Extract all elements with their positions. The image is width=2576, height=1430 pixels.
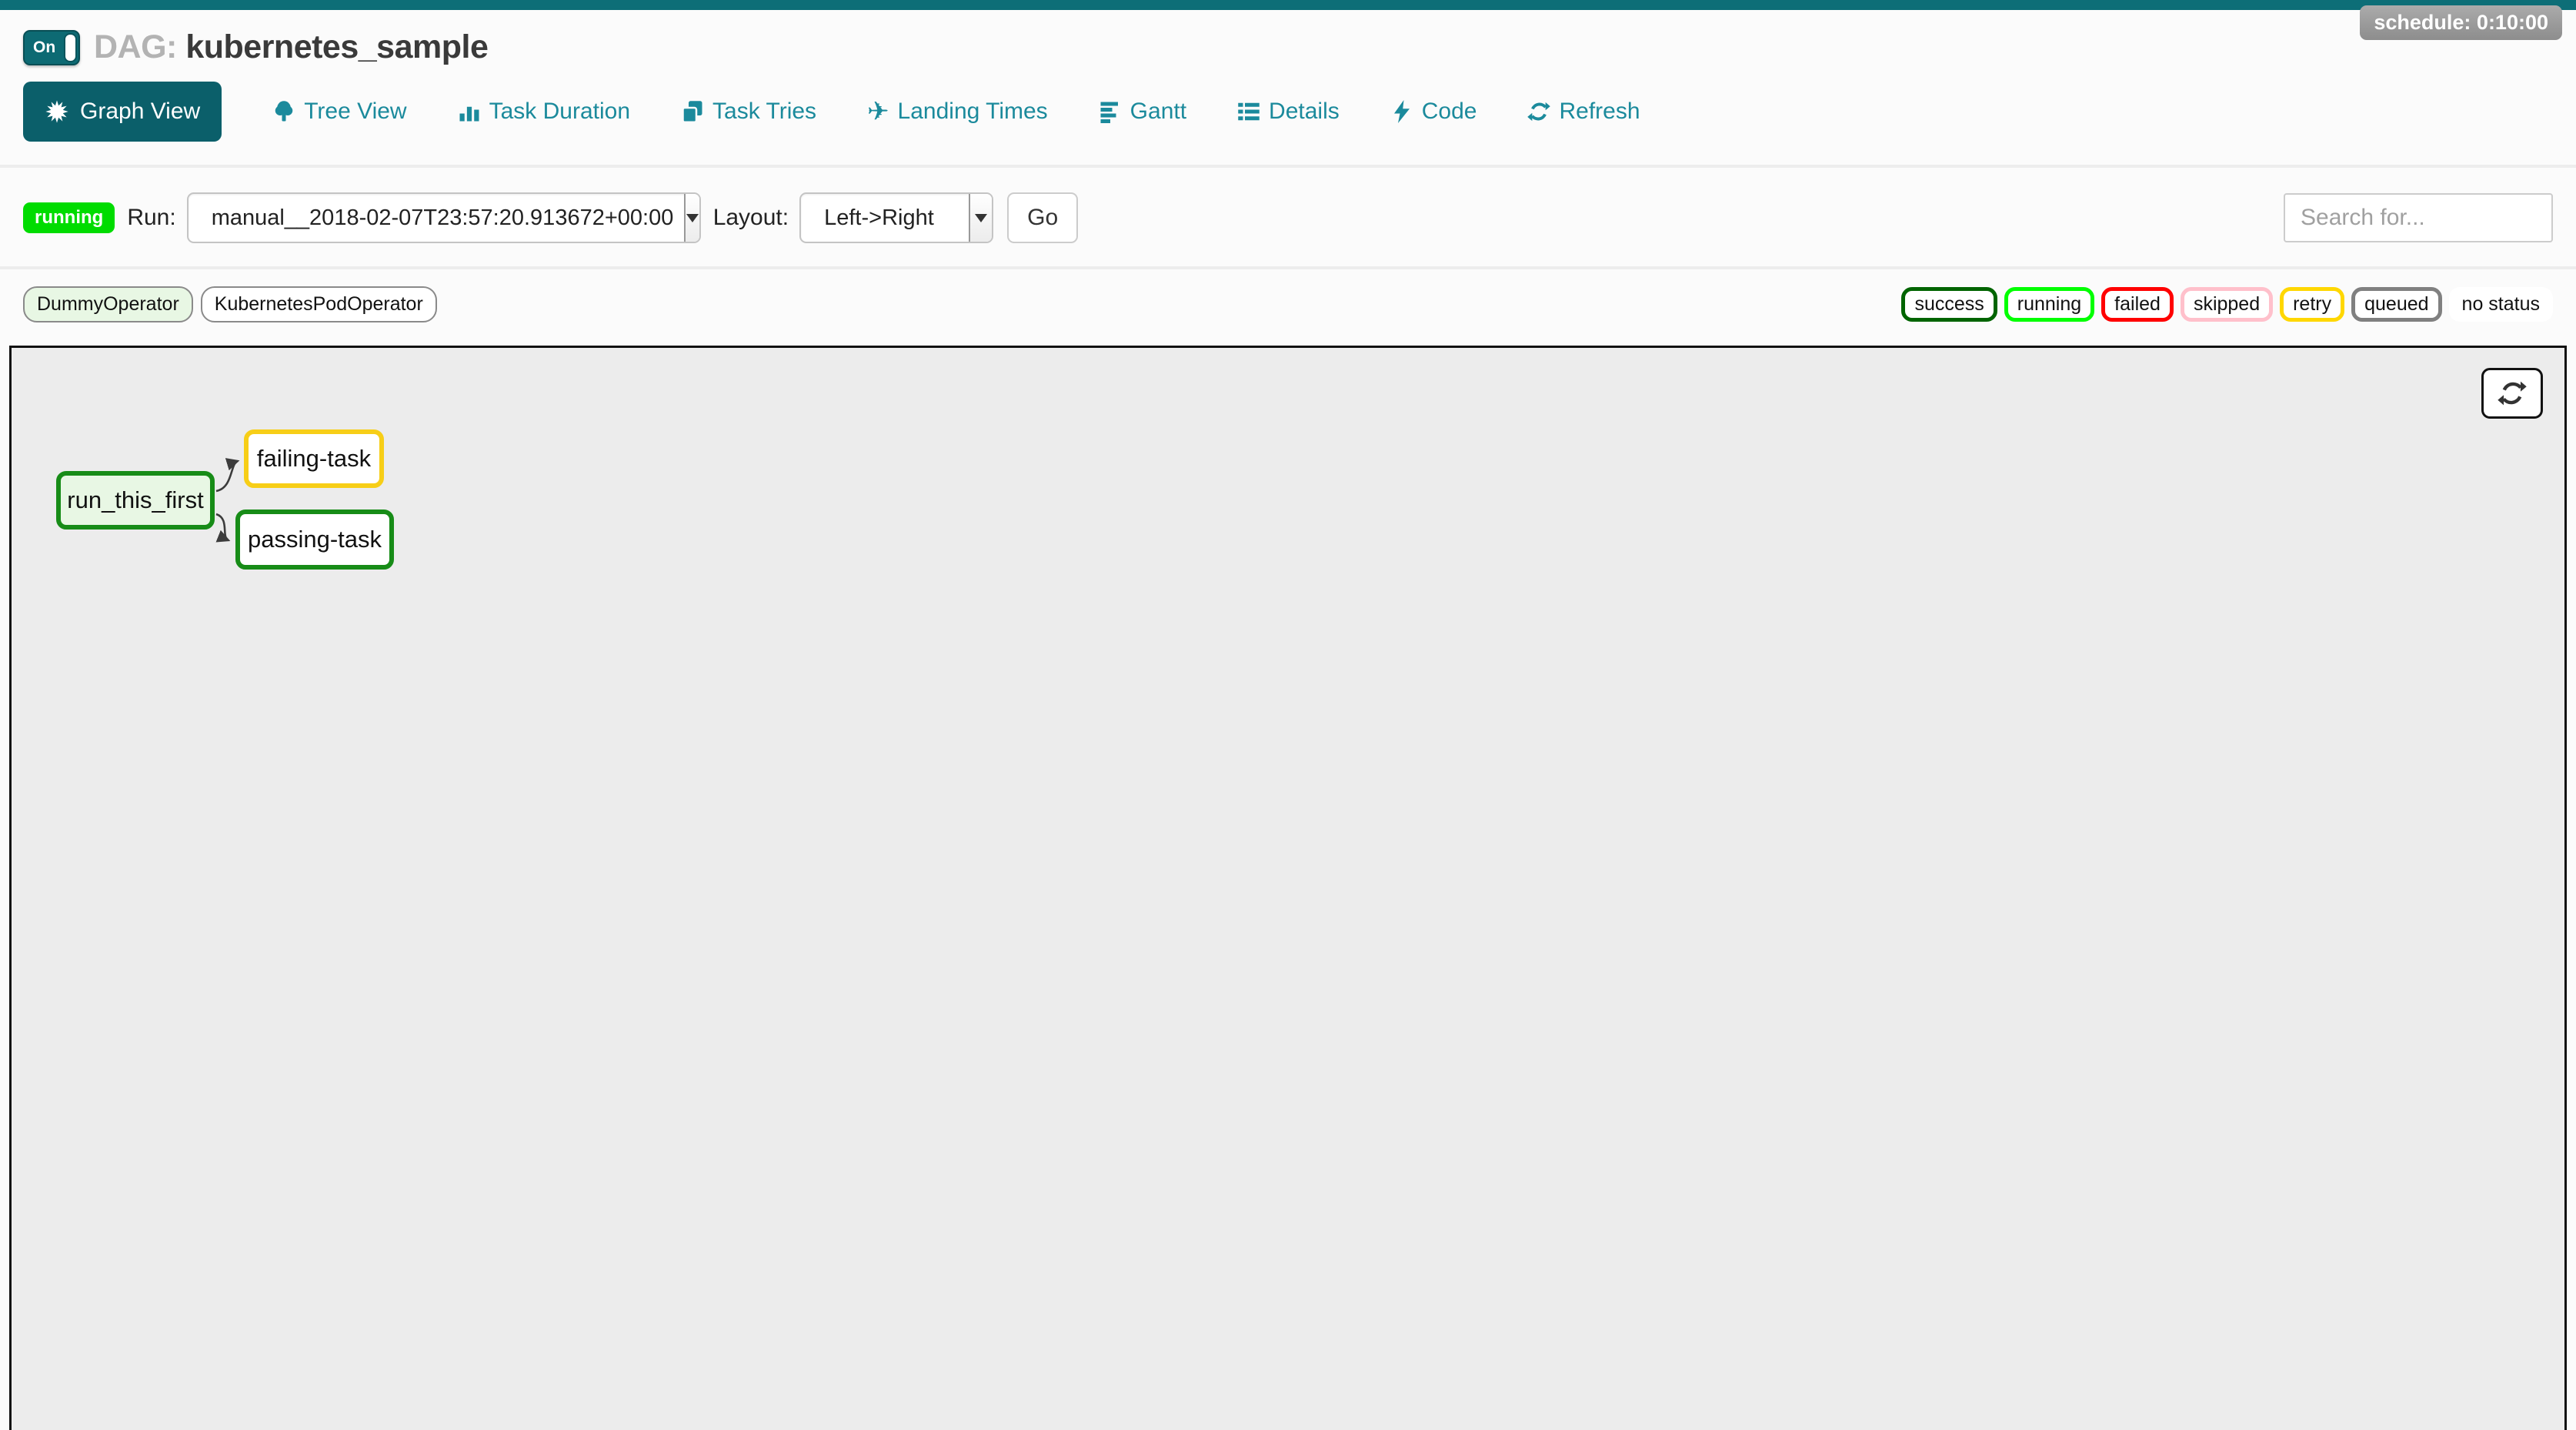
tab-graph-view[interactable]: Graph View	[23, 82, 222, 142]
list-icon	[1237, 100, 1260, 123]
tab-gantt[interactable]: Gantt	[1099, 99, 1186, 125]
layout-label: Layout:	[713, 205, 789, 231]
toggle-knob	[64, 33, 77, 62]
toggle-on-label: On	[25, 38, 55, 57]
tab-label: Code	[1422, 99, 1477, 125]
layout-select-value: Left->Right	[801, 205, 945, 231]
operator-badge-kubernetespod: KubernetesPodOperator	[201, 286, 437, 322]
bolt-icon	[1390, 100, 1413, 123]
align-left-icon	[1099, 100, 1122, 123]
tab-label: Task Tries	[712, 99, 816, 125]
dag-prefix-label: DAG:	[94, 28, 177, 65]
tab-label: Tree View	[304, 99, 406, 125]
operator-badge-dummy: DummyOperator	[23, 286, 193, 322]
tab-label: Gantt	[1130, 99, 1186, 125]
run-controls: running Run: manual__2018-02-07T23:57:20…	[23, 192, 2553, 243]
sunburst-icon	[45, 99, 69, 124]
chevron-down-icon	[969, 194, 992, 242]
status-failed: failed	[2101, 287, 2174, 322]
tab-label: Refresh	[1559, 99, 1640, 125]
task-node-run-this-first[interactable]: run_this_first	[56, 471, 215, 530]
dag-pause-toggle[interactable]: On	[23, 30, 80, 65]
tab-label: Graph View	[80, 99, 200, 125]
bar-chart-icon	[458, 100, 481, 123]
layout-select[interactable]: Left->Right	[799, 192, 993, 243]
tab-label: Task Duration	[489, 99, 630, 125]
status-no-status: no status	[2449, 287, 2553, 322]
run-select[interactable]: manual__2018-02-07T23:57:20.913672+00:00	[187, 192, 701, 243]
status-legend: success running failed skipped retry que…	[1901, 287, 2553, 322]
go-button[interactable]: Go	[1007, 192, 1078, 243]
edge-run_this_first-failing-task	[216, 461, 238, 491]
tab-refresh[interactable]: Refresh	[1527, 99, 1640, 125]
page-title: DAG: kubernetes_sample	[94, 28, 488, 66]
edge-run_this_first-passing-task	[216, 514, 229, 540]
top-accent-bar	[0, 0, 2576, 10]
canvas-refresh-button[interactable]	[2481, 368, 2543, 419]
tab-tree-view[interactable]: Tree View	[272, 99, 406, 125]
status-retry: retry	[2280, 287, 2344, 322]
refresh-icon	[2498, 379, 2527, 408]
divider	[0, 266, 2576, 269]
status-success: success	[1901, 287, 1997, 322]
status-queued: queued	[2351, 287, 2441, 322]
tree-icon	[272, 100, 295, 123]
schedule-badge: schedule: 0:10:00	[2360, 5, 2562, 40]
refresh-icon	[1527, 100, 1550, 123]
dagrun-status-badge: running	[23, 202, 115, 233]
tab-task-tries[interactable]: Task Tries	[681, 99, 816, 125]
tab-details[interactable]: Details	[1237, 99, 1340, 125]
run-select-value: manual__2018-02-07T23:57:20.913672+00:00	[189, 205, 685, 231]
tab-label: Details	[1269, 99, 1340, 125]
search-input[interactable]	[2284, 193, 2553, 242]
view-nav: Graph View Tree View Task Duration Task …	[23, 82, 2576, 142]
graph-canvas[interactable]: run_this_first failing-task passing-task	[9, 346, 2567, 1430]
tab-landing-times[interactable]: ✈ Landing Times	[867, 99, 1048, 125]
tab-code[interactable]: Code	[1390, 99, 1477, 125]
page-header: On DAG: kubernetes_sample schedule: 0:10…	[0, 10, 2576, 66]
plane-icon: ✈	[867, 99, 889, 125]
task-node-failing-task[interactable]: failing-task	[244, 429, 384, 488]
run-label: Run:	[127, 205, 175, 231]
task-node-passing-task[interactable]: passing-task	[235, 510, 394, 570]
duplicate-icon	[681, 100, 704, 123]
divider	[0, 165, 2576, 168]
tab-label: Landing Times	[898, 99, 1048, 125]
legend-row: DummyOperator KubernetesPodOperator succ…	[23, 286, 2553, 322]
status-skipped: skipped	[2181, 287, 2273, 322]
chevron-down-icon	[684, 194, 699, 242]
status-running: running	[2004, 287, 2094, 322]
tab-task-duration[interactable]: Task Duration	[458, 99, 630, 125]
dag-name: kubernetes_sample	[185, 28, 488, 65]
